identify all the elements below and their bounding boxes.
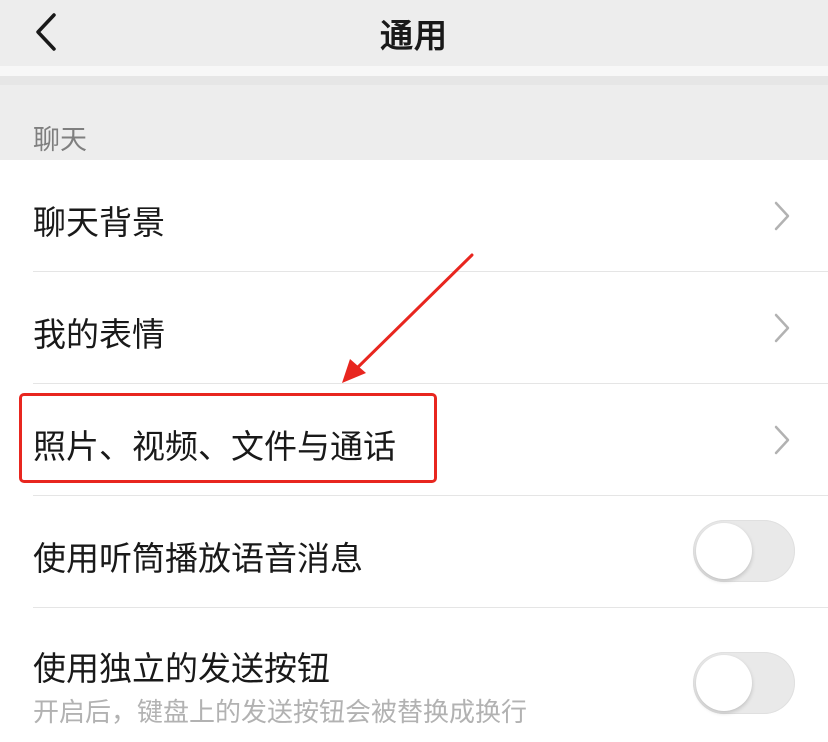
earpiece-voice-toggle[interactable] bbox=[693, 520, 795, 582]
page-title: 通用 bbox=[380, 16, 448, 55]
section-label-chat: 聊天 bbox=[33, 125, 87, 156]
chevron-left-icon bbox=[36, 13, 56, 51]
chevron-right-icon bbox=[774, 313, 790, 343]
top-strip bbox=[0, 66, 828, 76]
settings-item-label: 使用独立的发送按钮 bbox=[33, 649, 330, 688]
section-spacer bbox=[0, 76, 828, 85]
settings-item-chat-background[interactable]: 聊天背景 bbox=[0, 160, 828, 271]
settings-item-label: 聊天背景 bbox=[33, 203, 165, 242]
settings-list: 聊天背景 我的表情 照片、视频、文件与通话 使用听筒播放语音消息 使用独立的发送… bbox=[0, 160, 828, 742]
nav-bar: 通用 bbox=[0, 0, 828, 66]
chevron-right-icon bbox=[774, 201, 790, 231]
back-button[interactable] bbox=[22, 8, 70, 56]
settings-item-earpiece-voice: 使用听筒播放语音消息 bbox=[0, 496, 828, 607]
settings-item-description: 开启后，键盘上的发送按钮会被替换成换行 bbox=[33, 698, 528, 728]
settings-page: 通用 聊天 聊天背景 我的表情 照片、视频、文件与通话 使用听筒播放语音消息 使… bbox=[0, 0, 828, 742]
settings-item-label: 我的表情 bbox=[33, 315, 165, 354]
settings-item-label: 使用听筒播放语音消息 bbox=[33, 539, 363, 578]
settings-item-photos-videos-files-calls[interactable]: 照片、视频、文件与通话 bbox=[0, 384, 828, 495]
section-header bbox=[0, 85, 828, 160]
toggle-knob bbox=[696, 523, 752, 579]
separate-send-button-toggle[interactable] bbox=[693, 652, 795, 714]
settings-item-label: 照片、视频、文件与通话 bbox=[33, 427, 396, 466]
chevron-right-icon bbox=[774, 425, 790, 455]
settings-item-my-stickers[interactable]: 我的表情 bbox=[0, 272, 828, 383]
settings-item-separate-send-button: 使用独立的发送按钮 开启后，键盘上的发送按钮会被替换成换行 bbox=[0, 608, 828, 742]
toggle-knob bbox=[696, 655, 752, 711]
